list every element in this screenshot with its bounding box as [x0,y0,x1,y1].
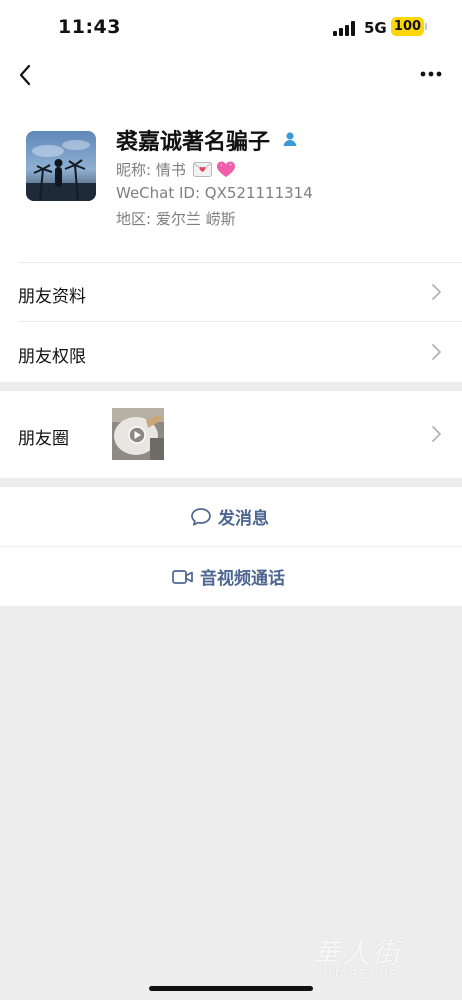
home-indicator[interactable] [149,986,313,991]
watermark-en: HUARENJIE [318,968,399,983]
more-dots-icon [420,71,442,77]
chevron-right-icon [432,344,441,360]
network-type: 5G [364,19,387,37]
chevron-right-icon [432,284,441,300]
watermark-logo: 華人街 HUARENJIE [312,932,440,992]
send-message-button[interactable]: 发消息 [0,487,462,546]
video-call-button[interactable]: 音视频通话 [0,547,462,606]
friend-permissions-row[interactable]: 朋友权限 [0,322,462,382]
send-message-label: 发消息 [218,509,269,529]
profile-name: 裘嘉诚著名骗子 [116,130,271,155]
chat-bubble-icon [191,507,211,526]
status-time: 11:43 [58,16,121,38]
moments-video-thumbnail[interactable] [112,408,164,460]
video-camera-icon [172,569,193,584]
region: 地区: 爱尔兰 崂斯 [116,210,236,228]
video-call-label: 音视频通话 [200,569,285,589]
envelope-heart-icon [192,162,212,177]
moments-row[interactable]: 朋友圈 [0,391,462,478]
friend-permissions-label: 朋友权限 [18,347,86,367]
battery-icon: 100 [391,17,424,36]
back-button[interactable] [12,60,40,90]
wechat-id: WeChat ID: QX521111314 [116,184,313,202]
sparkling-heart-icon [217,161,236,177]
watermark-cn: 華人街 [312,937,403,970]
more-button[interactable] [416,62,446,86]
chevron-right-icon [432,426,441,442]
chevron-left-icon [19,64,31,86]
person-icon [281,130,299,148]
avatar[interactable] [26,131,96,201]
friend-info-label: 朋友资料 [18,287,86,307]
nickname-line: 昵称: 情书 [116,159,236,180]
nickname-text: 昵称: 情书 [116,161,186,179]
friend-info-row[interactable]: 朋友资料 [0,263,462,321]
moments-label: 朋友圈 [18,429,69,449]
status-bar: 11:43 5G 100 [0,0,462,56]
cellular-signal-icon [333,20,357,36]
battery-cap [425,23,427,30]
